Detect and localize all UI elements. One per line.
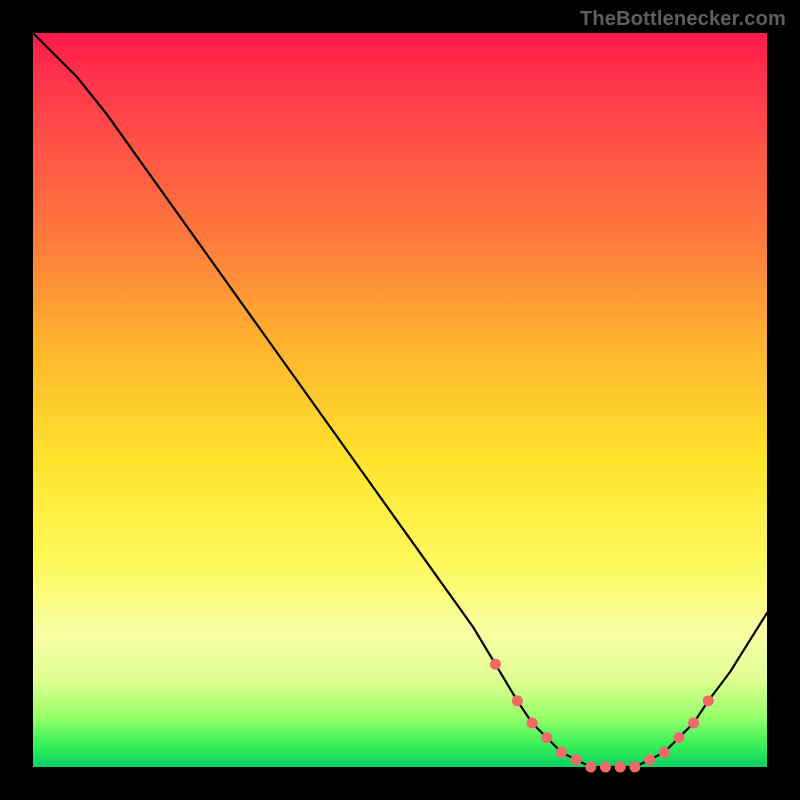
series-marker xyxy=(703,695,714,706)
series-markers xyxy=(490,659,714,773)
series-marker xyxy=(600,762,611,773)
series-marker xyxy=(615,762,626,773)
series-marker xyxy=(527,718,538,729)
series-marker xyxy=(541,732,552,743)
series-marker xyxy=(673,732,684,743)
series-marker xyxy=(571,754,582,765)
chart-stage: TheBottlenecker.com xyxy=(0,0,800,800)
series-marker xyxy=(512,695,523,706)
series-marker xyxy=(490,659,501,670)
watermark-text: TheBottlenecker.com xyxy=(580,8,786,31)
series-marker xyxy=(659,747,670,758)
series-marker xyxy=(644,754,655,765)
curve-layer xyxy=(33,33,767,767)
series-marker xyxy=(585,762,596,773)
series-marker xyxy=(629,762,640,773)
plot-area xyxy=(33,33,767,767)
series-marker xyxy=(688,718,699,729)
series-marker xyxy=(556,747,567,758)
series-line xyxy=(33,33,767,767)
